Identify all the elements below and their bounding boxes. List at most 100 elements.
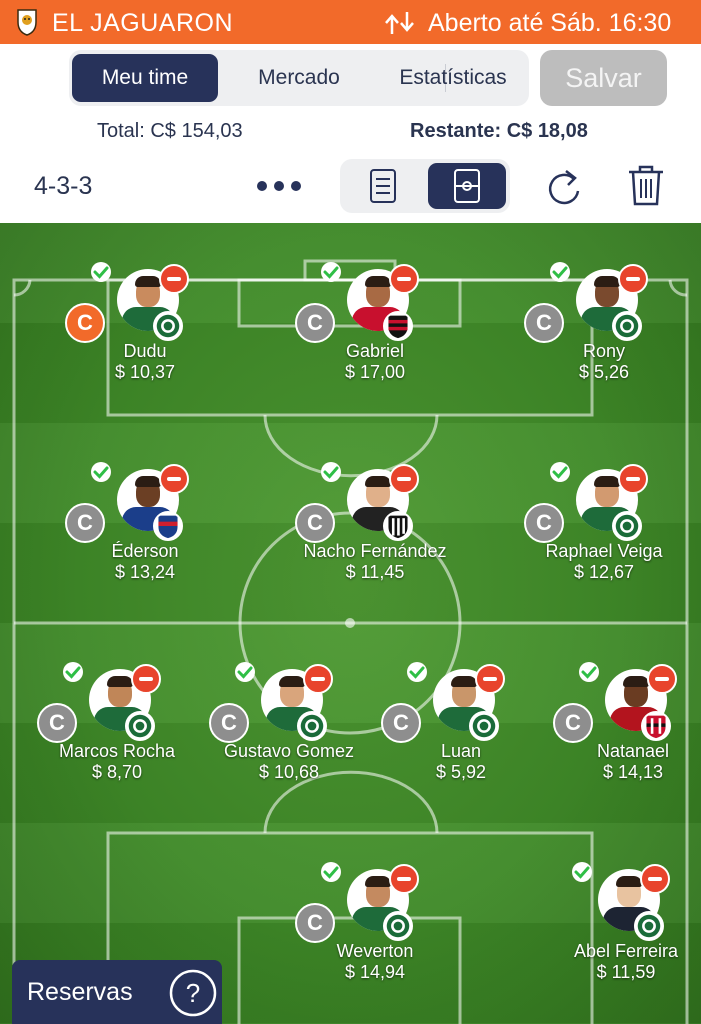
player-name: Rony bbox=[582, 341, 626, 361]
total-cost: Total: C$ 154,03 bbox=[97, 120, 243, 142]
captain-button[interactable]: C bbox=[524, 303, 564, 343]
player-name: Nacho Fernández bbox=[303, 541, 447, 561]
check-icon bbox=[579, 662, 599, 682]
club-badge-icon bbox=[383, 511, 413, 541]
trash-icon[interactable] bbox=[626, 163, 666, 207]
player-card[interactable]: C Gustavo Gomez $ 10,68 bbox=[209, 661, 369, 801]
player-card[interactable]: C Weverton $ 14,94 bbox=[295, 861, 455, 1001]
check-icon bbox=[235, 662, 255, 682]
captain-button[interactable]: C bbox=[295, 303, 335, 343]
club-badge-icon bbox=[153, 311, 183, 341]
check-icon bbox=[321, 862, 341, 882]
remove-player-button[interactable] bbox=[159, 264, 189, 294]
player-price: $ 11,45 bbox=[345, 562, 405, 582]
remaining-budget: Restante: C$ 18,08 bbox=[410, 120, 588, 142]
player-card[interactable]: C Dudu $ 10,37 bbox=[65, 261, 225, 401]
club-badge-icon bbox=[383, 311, 413, 341]
club-badge-icon bbox=[612, 511, 642, 541]
remove-player-button[interactable] bbox=[131, 664, 161, 694]
remove-player-button[interactable] bbox=[618, 264, 648, 294]
player-card[interactable]: C Raphael Veiga $ 12,67 bbox=[524, 461, 684, 601]
check-icon bbox=[550, 462, 570, 482]
player-hair bbox=[451, 676, 477, 687]
captain-button[interactable]: C bbox=[295, 503, 335, 543]
formation-selector[interactable]: 4-3-3 bbox=[34, 172, 92, 201]
check-icon bbox=[91, 462, 111, 482]
player-price: $ 17,00 bbox=[344, 362, 406, 382]
check-icon bbox=[91, 262, 111, 282]
check-icon bbox=[63, 662, 83, 682]
remove-player-button[interactable] bbox=[647, 664, 677, 694]
field-view-icon bbox=[454, 169, 480, 203]
player-hair bbox=[365, 876, 391, 887]
tab-estatisticas[interactable]: Estatísticas bbox=[381, 54, 525, 102]
player-card[interactable]: C Marcos Rocha $ 8,70 bbox=[37, 661, 197, 801]
main-tabs: Meu time Mercado Estatísticas bbox=[69, 50, 529, 106]
reserves-bar[interactable]: Reservas ? bbox=[12, 960, 222, 1024]
club-badge-icon bbox=[612, 311, 642, 341]
club-badge-icon bbox=[297, 711, 327, 741]
market-open-icon bbox=[385, 12, 414, 34]
player-hair bbox=[135, 276, 161, 287]
team-badge-icon bbox=[17, 9, 37, 36]
remove-player-button[interactable] bbox=[159, 464, 189, 494]
list-view-button[interactable] bbox=[344, 163, 422, 209]
player-hair bbox=[594, 476, 620, 487]
player-price: $ 5,26 bbox=[578, 362, 630, 382]
player-hair bbox=[594, 276, 620, 287]
remove-player-button[interactable] bbox=[640, 864, 670, 894]
captain-button[interactable]: C bbox=[65, 503, 105, 543]
player-hair bbox=[623, 676, 649, 687]
player-card[interactable]: Abel Ferreira $ 11,59 bbox=[546, 861, 701, 1001]
captain-button[interactable]: C bbox=[524, 503, 564, 543]
player-hair bbox=[107, 676, 133, 687]
player-card[interactable]: C Gabriel $ 17,00 bbox=[295, 261, 455, 401]
club-badge-icon bbox=[469, 711, 499, 741]
help-icon[interactable]: ? bbox=[168, 968, 218, 1018]
remove-player-button[interactable] bbox=[475, 664, 505, 694]
soccer-field: C Dudu $ 10,37 C Gabriel $ 17,00 C Rony … bbox=[0, 223, 701, 1024]
list-view-icon bbox=[370, 169, 396, 203]
player-price: $ 12,67 bbox=[573, 562, 635, 582]
player-card[interactable]: C Natanael $ 14,13 bbox=[553, 661, 701, 801]
player-card[interactable]: C Éderson $ 13,24 bbox=[65, 461, 225, 601]
player-hair bbox=[365, 276, 391, 287]
club-badge-icon bbox=[634, 911, 664, 941]
player-card[interactable]: C Luan $ 5,92 bbox=[381, 661, 541, 801]
captain-button[interactable]: C bbox=[65, 303, 105, 343]
player-name: Dudu bbox=[123, 341, 167, 361]
player-price: $ 10,37 bbox=[114, 362, 176, 382]
captain-button[interactable]: C bbox=[37, 703, 77, 743]
player-name: Abel Ferreira bbox=[573, 941, 679, 961]
remove-player-button[interactable] bbox=[389, 264, 419, 294]
tab-mercado[interactable]: Mercado bbox=[227, 54, 371, 102]
player-card[interactable]: C Nacho Fernández $ 11,45 bbox=[295, 461, 455, 601]
more-icon[interactable] bbox=[256, 178, 302, 194]
reserves-label: Reservas bbox=[27, 978, 133, 1006]
save-button[interactable]: Salvar bbox=[540, 50, 667, 106]
remove-player-button[interactable] bbox=[389, 464, 419, 494]
remove-player-button[interactable] bbox=[303, 664, 333, 694]
svg-text:?: ? bbox=[186, 978, 200, 1008]
player-price: $ 11,59 bbox=[596, 962, 656, 982]
refresh-icon[interactable] bbox=[544, 165, 584, 207]
view-toggle bbox=[340, 159, 510, 213]
captain-button[interactable]: C bbox=[381, 703, 421, 743]
player-hair bbox=[365, 476, 391, 487]
player-price: $ 13,24 bbox=[114, 562, 176, 582]
remove-player-button[interactable] bbox=[389, 864, 419, 894]
captain-button[interactable]: C bbox=[553, 703, 593, 743]
player-name: Éderson bbox=[111, 541, 179, 561]
field-view-button[interactable] bbox=[428, 163, 506, 209]
check-icon bbox=[321, 462, 341, 482]
captain-button[interactable]: C bbox=[295, 903, 335, 943]
player-name: Gabriel bbox=[345, 341, 405, 361]
club-badge-icon bbox=[153, 511, 183, 541]
captain-button[interactable]: C bbox=[209, 703, 249, 743]
player-card[interactable]: C Rony $ 5,26 bbox=[524, 261, 684, 401]
player-price: $ 14,13 bbox=[602, 762, 664, 782]
player-name: Raphael Veiga bbox=[545, 541, 663, 561]
club-badge-icon bbox=[125, 711, 155, 741]
tab-meu-time[interactable]: Meu time bbox=[72, 54, 218, 102]
remove-player-button[interactable] bbox=[618, 464, 648, 494]
